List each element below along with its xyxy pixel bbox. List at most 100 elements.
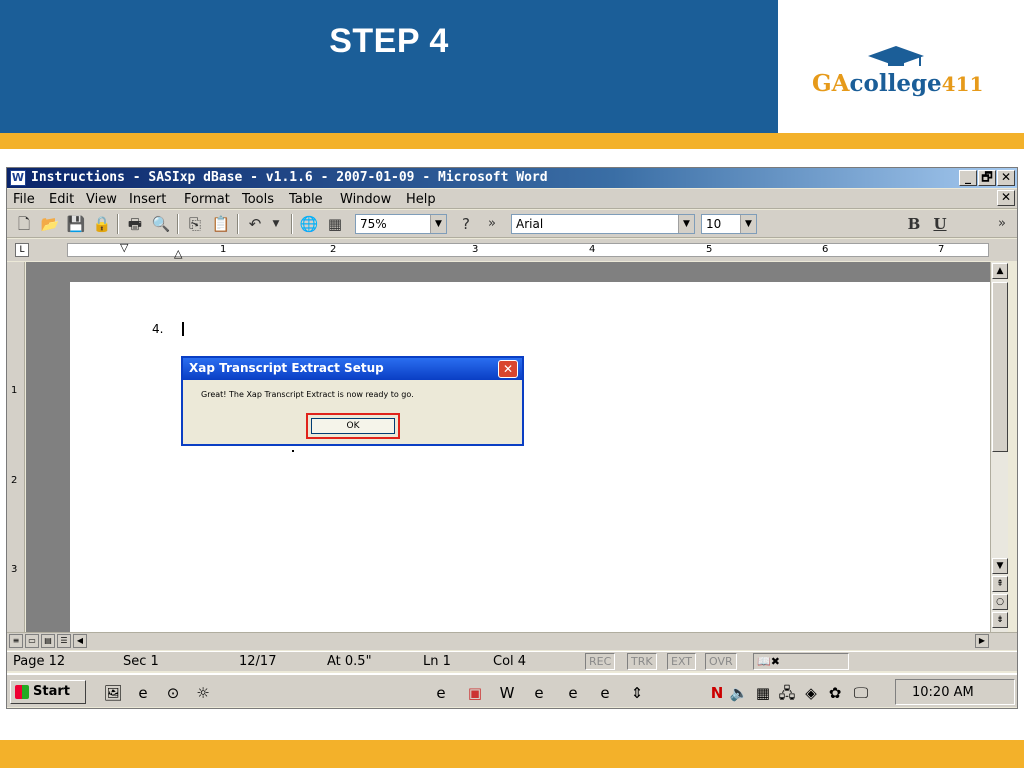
paste-icon[interactable]: 📋	[210, 214, 232, 234]
stray-dot	[292, 450, 294, 452]
scroll-up-icon[interactable]: ▲	[992, 263, 1008, 279]
menu-file[interactable]: File	[13, 192, 35, 207]
trk-indicator[interactable]: TRK	[627, 653, 657, 670]
scroll-right-icon[interactable]: ▶	[975, 634, 989, 648]
scroll-left-icon[interactable]: ◀	[73, 634, 87, 648]
horizontal-ruler: L 1 2 3 4 5 6 7 ▽ △	[7, 239, 1017, 261]
rec-indicator[interactable]: REC	[585, 653, 616, 670]
menu-format[interactable]: Format	[184, 192, 230, 207]
menu-help[interactable]: Help	[406, 192, 436, 207]
restore-button[interactable]: 🗗	[978, 170, 996, 186]
ie-icon[interactable]: e	[133, 683, 153, 703]
font-size-select[interactable]: 10 ▼	[701, 214, 757, 234]
close-button[interactable]: ✕	[997, 170, 1015, 186]
horizontal-scrollbar[interactable]: ≡ ▭ ▤ ☰ ◀ ▶	[7, 632, 1017, 650]
menu-table[interactable]: Table	[289, 192, 323, 207]
tray-app-icon[interactable]: ◈	[801, 683, 821, 703]
left-indent-icon[interactable]: △	[174, 247, 182, 260]
undo-dropdown-icon[interactable]: ▼	[265, 214, 287, 234]
list-number: 4.	[152, 322, 164, 336]
menu-tools[interactable]: Tools	[242, 192, 274, 207]
slide-title: STEP 4	[329, 22, 449, 60]
minimize-button[interactable]: _	[959, 170, 977, 186]
table-icon[interactable]: ▦	[324, 214, 346, 234]
ie-task-icon[interactable]: e	[563, 683, 583, 703]
web-view-icon[interactable]: ▭	[25, 634, 39, 648]
quicklaunch-icon[interactable]: ⊙	[163, 683, 183, 703]
vertical-scrollbar[interactable]: ▲ ▼ ⇞ ○ ⇟	[990, 262, 1008, 632]
document-area[interactable]: 4. Xap Transcript Extract Setup ✕ Great!…	[26, 262, 990, 632]
document-page[interactable]: 4. Xap Transcript Extract Setup ✕ Great!…	[70, 282, 990, 632]
bold-button[interactable]: B	[903, 214, 925, 234]
indent-marker-icon[interactable]: ▽	[120, 241, 128, 254]
volume-icon[interactable]: 🔈	[729, 683, 749, 703]
font-select[interactable]: Arial ▼	[511, 214, 695, 234]
select-browse-object-icon[interactable]: ○	[992, 594, 1008, 610]
ie-task-icon[interactable]: e	[431, 683, 451, 703]
norton-icon[interactable]: N	[707, 683, 727, 703]
text-cursor	[182, 322, 184, 336]
open-icon[interactable]: 📂	[39, 214, 61, 234]
dialog-titlebar[interactable]: Xap Transcript Extract Setup ✕	[183, 358, 522, 380]
ext-indicator[interactable]: EXT	[667, 653, 697, 670]
menu-view[interactable]: View	[86, 192, 117, 207]
normal-view-icon[interactable]: ≡	[9, 634, 23, 648]
status-page: Page 12	[13, 654, 66, 669]
desktop-icon[interactable]: 🖼	[103, 683, 123, 703]
new-doc-icon[interactable]: 🗋	[13, 214, 35, 234]
ok-button[interactable]: OK	[311, 418, 395, 434]
status-section: Sec 1	[123, 654, 159, 669]
copy-icon[interactable]: ⎘	[184, 214, 206, 234]
zoom-select[interactable]: 75% ▼	[355, 214, 447, 234]
window-title: Instructions - SASIxp dBase - v1.1.6 - 2…	[31, 170, 548, 185]
vruler-number: 1	[11, 385, 18, 396]
chevron-down-icon: ▼	[430, 215, 446, 233]
menu-insert[interactable]: Insert	[129, 192, 166, 207]
print-icon[interactable]: 🖶	[124, 214, 146, 234]
ie-task-icon[interactable]: e	[529, 683, 549, 703]
windows-logo-icon	[15, 685, 29, 699]
hyperlink-icon[interactable]: 🌐	[298, 214, 320, 234]
toolbar-more-icon[interactable]: »	[991, 214, 1013, 234]
undo-icon[interactable]: ↶	[244, 214, 266, 234]
dialog-close-button[interactable]: ✕	[498, 360, 518, 378]
help-icon[interactable]: ?	[455, 214, 477, 234]
print-view-icon[interactable]: ▤	[41, 634, 55, 648]
save-icon[interactable]: 💾	[65, 214, 87, 234]
outline-view-icon[interactable]: ☰	[57, 634, 71, 648]
quicklaunch-icon[interactable]: ☼	[193, 683, 213, 703]
ie-task-icon[interactable]: e	[595, 683, 615, 703]
underline-button[interactable]: U	[929, 214, 951, 234]
toolbar-more-icon[interactable]: »	[481, 214, 503, 234]
scroll-thumb[interactable]	[992, 282, 1008, 452]
word-doc-icon: W	[10, 170, 26, 186]
start-button[interactable]: Start	[10, 680, 86, 704]
tray-app-icon[interactable]: ✿	[825, 683, 845, 703]
powerpoint-task-icon[interactable]: ▣	[465, 683, 485, 703]
network-icon[interactable]: 🖧	[777, 683, 797, 703]
ovr-indicator[interactable]: OVR	[705, 653, 737, 670]
next-page-icon[interactable]: ⇟	[992, 612, 1008, 628]
menu-window[interactable]: Window	[340, 192, 391, 207]
ruler-number: 7	[938, 244, 945, 255]
start-label: Start	[33, 684, 70, 699]
window-titlebar[interactable]: W Instructions - SASIxp dBase - v1.1.6 -…	[7, 168, 1017, 188]
word-task-icon[interactable]: W	[497, 683, 517, 703]
permission-icon[interactable]: 🔒	[91, 214, 113, 234]
ruler-scale[interactable]: 1 2 3 4 5 6 7 ▽ △	[67, 241, 989, 260]
taskbar-more-icon[interactable]: ⇕	[627, 683, 647, 703]
tray-app-icon[interactable]: ▦	[753, 683, 773, 703]
spelling-status-icon[interactable]: 📖✖	[753, 653, 849, 670]
status-bar: Page 12 Sec 1 12/17 At 0.5" Ln 1 Col 4 R…	[7, 651, 1017, 671]
print-preview-icon[interactable]: 🔍	[150, 214, 172, 234]
clock[interactable]: 10:20 AM	[912, 685, 974, 700]
scroll-down-icon[interactable]: ▼	[992, 558, 1008, 574]
previous-page-icon[interactable]: ⇞	[992, 576, 1008, 592]
ruler-number: 6	[822, 244, 829, 255]
monitor-icon[interactable]: 🖵	[851, 683, 871, 703]
tab-selector[interactable]: L	[15, 243, 29, 257]
menu-edit[interactable]: Edit	[49, 192, 74, 207]
doc-close-button[interactable]: ✕	[997, 190, 1015, 206]
word-window: W Instructions - SASIxp dBase - v1.1.6 -…	[6, 167, 1018, 709]
status-at: At 0.5"	[327, 654, 372, 669]
